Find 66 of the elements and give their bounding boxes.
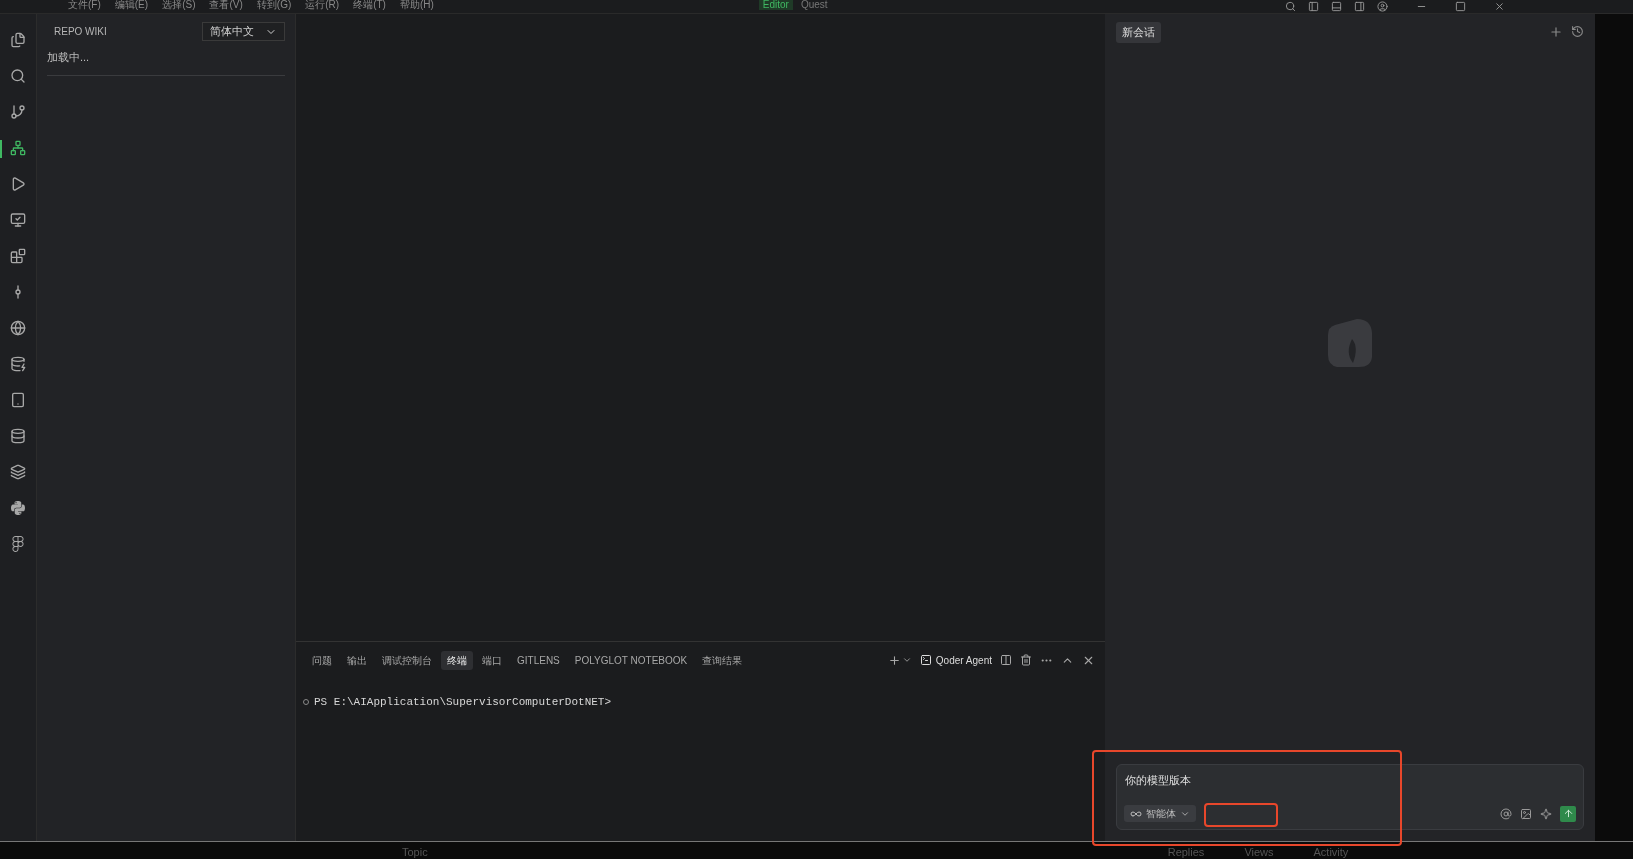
logo-icon bbox=[1325, 317, 1375, 370]
sidebar-title: REPO WIKI bbox=[54, 25, 107, 39]
split-icon[interactable] bbox=[1000, 654, 1012, 666]
panel-tab[interactable]: 输出 bbox=[341, 650, 373, 670]
network-icon[interactable] bbox=[10, 140, 26, 156]
branch-icon[interactable] bbox=[10, 104, 26, 120]
play-icon[interactable] bbox=[10, 176, 26, 192]
layers-icon[interactable] bbox=[10, 464, 26, 480]
terminal-icon bbox=[919, 654, 932, 666]
terminal-prompt: PS E:\AIApplication\SupervisorComputerDotNET> bbox=[314, 695, 612, 710]
menu-item[interactable]: 编辑(E) bbox=[114, 0, 149, 10]
column-heading: Topic bbox=[402, 847, 428, 859]
search-icon[interactable] bbox=[1285, 0, 1296, 12]
mention-icon[interactable] bbox=[1500, 807, 1512, 820]
close-icon[interactable] bbox=[1494, 0, 1505, 12]
figma-icon[interactable] bbox=[10, 536, 26, 552]
trash-icon[interactable] bbox=[1020, 654, 1032, 666]
menu-item[interactable]: 终端(T) bbox=[353, 0, 386, 10]
menu-item[interactable]: 选择(S) bbox=[162, 0, 196, 10]
history-icon[interactable] bbox=[1571, 25, 1584, 39]
globe-icon[interactable] bbox=[10, 320, 26, 336]
panel-bottom-icon[interactable] bbox=[1331, 0, 1342, 12]
image-icon[interactable] bbox=[1520, 807, 1532, 820]
send-button[interactable] bbox=[1560, 805, 1576, 822]
panel-tab[interactable]: 问题 bbox=[306, 650, 338, 670]
terminal-button[interactable]: Qoder Agent bbox=[919, 652, 992, 668]
arrow-up-icon bbox=[1562, 808, 1574, 819]
column-heading: Views bbox=[1244, 847, 1274, 859]
menu-item[interactable]: 帮助(H) bbox=[399, 0, 434, 10]
column-heading: Activity bbox=[1313, 847, 1349, 859]
python-icon[interactable] bbox=[10, 500, 26, 516]
add-icon[interactable] bbox=[887, 653, 901, 667]
panel-tab[interactable]: 调试控制台 bbox=[376, 650, 438, 670]
panel-tab[interactable]: 查询结果 bbox=[696, 650, 749, 670]
chat-input[interactable]: 你的模型版本 智能体 bbox=[1116, 764, 1584, 830]
files-icon[interactable] bbox=[10, 32, 26, 48]
tablet-icon[interactable] bbox=[10, 392, 26, 408]
column-heading: Replies bbox=[1167, 847, 1205, 859]
panel-tab[interactable]: 终端 bbox=[441, 650, 473, 670]
language-select[interactable]: 简体中文 bbox=[202, 22, 285, 41]
session-tab[interactable]: 新会话 bbox=[1116, 22, 1161, 43]
input-text: 你的模型版本 bbox=[1124, 773, 1192, 788]
panel-tab[interactable]: 端口 bbox=[476, 650, 508, 670]
account-icon[interactable] bbox=[1377, 0, 1388, 12]
menu-item[interactable]: 转到(G) bbox=[256, 0, 292, 10]
blocks-icon[interactable] bbox=[10, 248, 26, 264]
menu-item[interactable]: 运行(R) bbox=[305, 0, 340, 10]
menu-item[interactable]: 查看(V) bbox=[209, 0, 243, 10]
chevron-icon[interactable] bbox=[901, 655, 912, 665]
panel-tab[interactable]: POLYGLOT NOTEBOOK bbox=[568, 650, 694, 670]
mode-select[interactable]: 智能体 bbox=[1124, 805, 1196, 822]
panel-tab[interactable]: GITLENS bbox=[511, 650, 566, 670]
active-indicator bbox=[0, 140, 2, 158]
loading-text: 加载中... bbox=[47, 49, 285, 76]
database-icon[interactable] bbox=[10, 356, 26, 372]
menu-item[interactable]: 文件(F) bbox=[68, 0, 101, 10]
panel-right-icon[interactable] bbox=[1354, 0, 1365, 12]
database-icon[interactable] bbox=[10, 428, 26, 444]
mode-tab[interactable]: Quest bbox=[796, 0, 832, 10]
new-chat-icon[interactable] bbox=[1549, 25, 1563, 40]
sparkle-icon[interactable] bbox=[1540, 807, 1552, 820]
panel-left-icon[interactable] bbox=[1308, 0, 1319, 12]
monitor-icon[interactable] bbox=[10, 212, 26, 228]
search-icon[interactable] bbox=[10, 68, 26, 84]
mode-tab[interactable]: Editor bbox=[758, 0, 793, 10]
maximize-icon[interactable] bbox=[1455, 0, 1466, 12]
